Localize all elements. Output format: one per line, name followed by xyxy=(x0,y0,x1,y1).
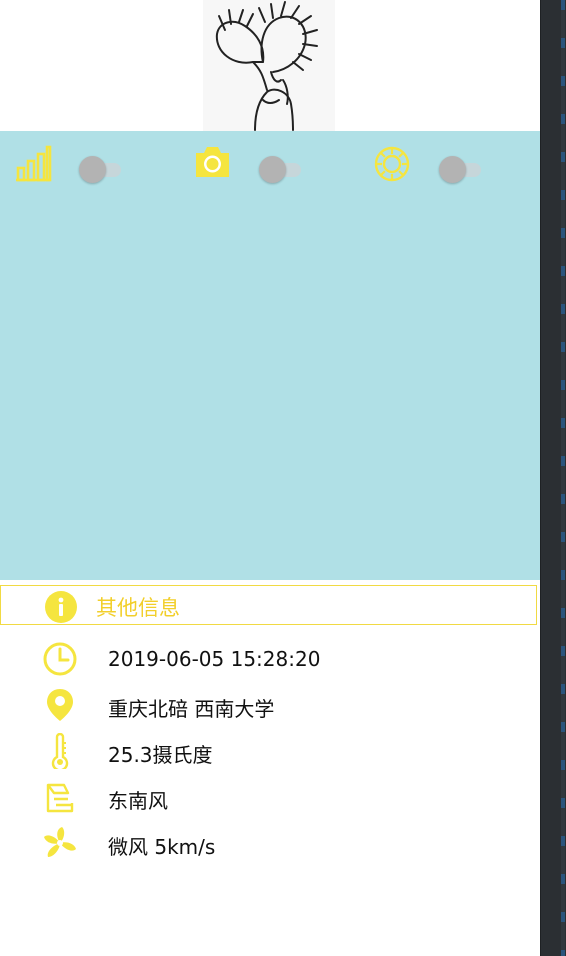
section-title: 其他信息 xyxy=(96,596,180,620)
app-screen: 其他信息 2019-06-05 15:28:20 重庆北碚 西南大学 25.3摄… xyxy=(0,0,540,956)
location-value: 重庆北碚 西南大学 xyxy=(108,697,275,721)
info-row-wind-speed: 微风 5km/s xyxy=(0,825,540,865)
info-section-header: 其他信息 xyxy=(0,585,537,625)
info-row-temperature: 25.3摄氏度 xyxy=(0,732,540,773)
temperature-value: 25.3摄氏度 xyxy=(108,743,213,767)
clock-icon xyxy=(42,641,78,677)
toggle-thumb xyxy=(439,156,466,183)
signal-toggle[interactable] xyxy=(79,155,127,183)
control-panel xyxy=(0,131,540,580)
camera-icon[interactable] xyxy=(194,145,231,183)
camera-toggle[interactable] xyxy=(259,155,307,183)
location-pin-icon xyxy=(42,687,78,723)
info-row-location: 重庆北碚 西南大学 xyxy=(0,687,540,727)
venus-flytrap-sketch-icon xyxy=(215,1,318,131)
toggle-thumb xyxy=(259,156,286,183)
wind-direction-icon xyxy=(42,779,78,815)
wind-direction-value: 东南风 xyxy=(108,789,168,813)
info-row-wind-direction: 东南风 xyxy=(0,779,540,819)
info-row-time: 2019-06-05 15:28:20 xyxy=(0,641,540,681)
time-value: 2019-06-05 15:28:20 xyxy=(108,647,321,671)
scroll-track xyxy=(561,0,565,956)
info-icon xyxy=(44,590,78,628)
settings-toggle[interactable] xyxy=(439,155,487,183)
toggle-thumb xyxy=(79,156,106,183)
signal-bars-icon[interactable] xyxy=(14,144,52,186)
header-image xyxy=(203,0,335,131)
fan-icon xyxy=(42,825,78,861)
wind-speed-value: 微风 5km/s xyxy=(108,835,216,859)
thermometer-icon xyxy=(42,732,78,772)
settings-gear-icon[interactable] xyxy=(374,146,410,186)
window-edge-strip xyxy=(540,0,566,956)
